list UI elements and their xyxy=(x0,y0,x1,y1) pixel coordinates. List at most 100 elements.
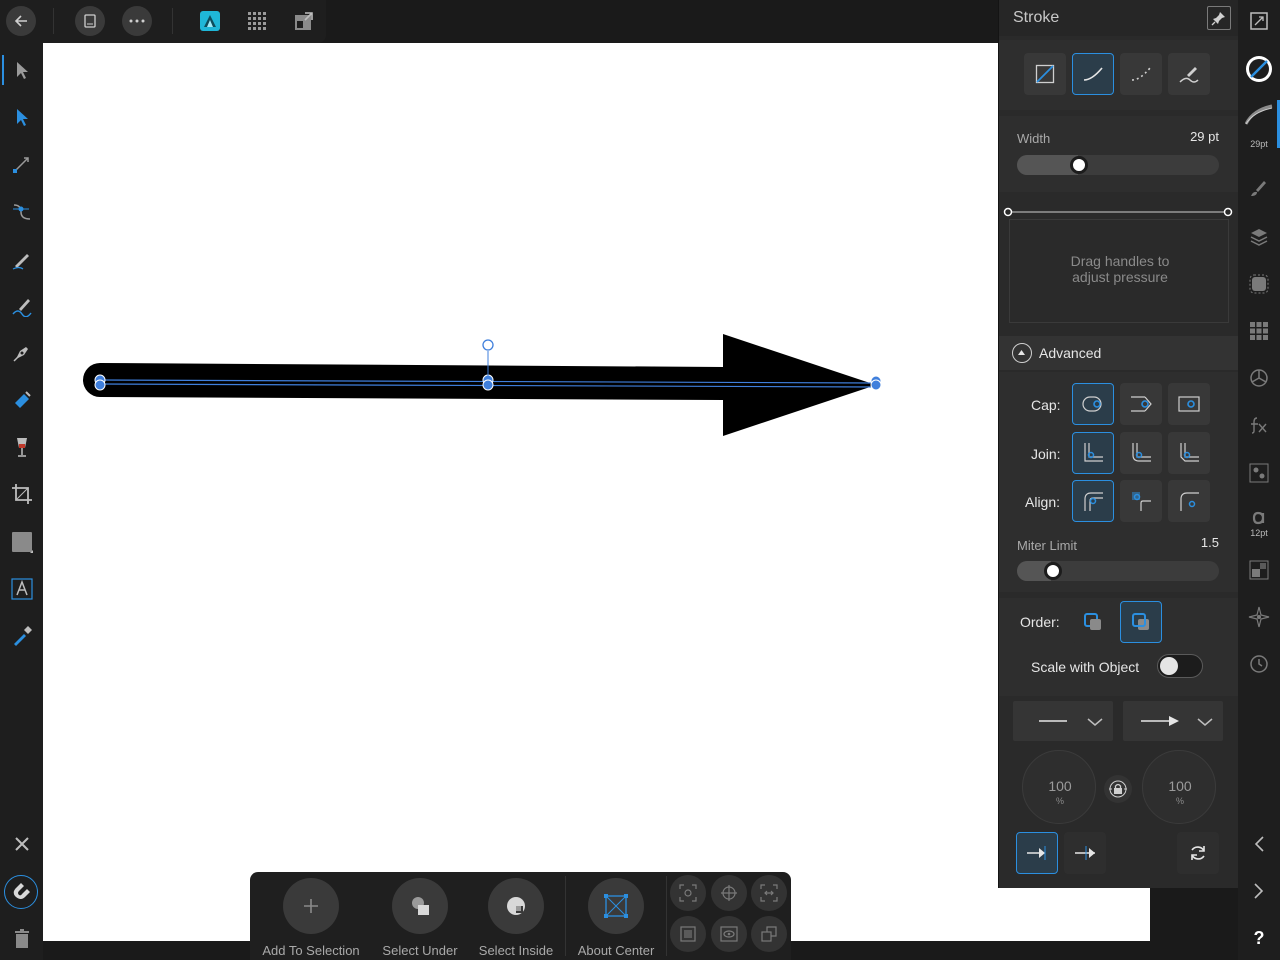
width-slider-knob[interactable] xyxy=(1070,156,1088,174)
texture-line-style-button[interactable] xyxy=(1168,53,1210,95)
rectangle-tool-icon[interactable] xyxy=(6,526,37,557)
end-scale-value: 100 xyxy=(1168,778,1192,794)
no-stroke-button[interactable] xyxy=(1024,53,1066,95)
pressure-area[interactable]: Drag handles to adjust pressure xyxy=(1009,219,1229,323)
end-scale-unit: % xyxy=(1175,796,1184,806)
duplicate-icon[interactable] xyxy=(751,916,787,952)
view-icon[interactable] xyxy=(711,916,747,952)
snapping-magnet-icon[interactable] xyxy=(4,875,38,909)
swatches-icon[interactable] xyxy=(1244,316,1274,346)
transparency-tool-icon[interactable] xyxy=(6,431,37,462)
more-icon[interactable] xyxy=(122,6,152,36)
select-inside-button[interactable]: Select Inside xyxy=(461,878,571,960)
fit-width-icon[interactable] xyxy=(751,875,787,911)
pen-tool-icon[interactable] xyxy=(6,337,37,368)
round-join-button[interactable] xyxy=(1120,432,1162,474)
document-icon[interactable] xyxy=(75,6,105,36)
chevron-left-icon[interactable] xyxy=(1244,829,1274,859)
node-start[interactable] xyxy=(94,374,106,391)
width-section: Width 29 pt xyxy=(999,116,1239,192)
pencil-tool-icon[interactable] xyxy=(6,243,37,274)
node-end[interactable] xyxy=(870,375,882,391)
dash-line-style-button[interactable] xyxy=(1120,53,1162,95)
appearance-icon[interactable] xyxy=(1244,269,1274,299)
pixel-persona-icon[interactable] xyxy=(242,6,272,36)
width-slider[interactable] xyxy=(1017,155,1219,175)
scale-with-object-toggle[interactable] xyxy=(1157,654,1203,678)
artistic-text-tool-icon[interactable] xyxy=(6,573,37,604)
start-arrowhead-dropdown[interactable] xyxy=(1013,701,1113,741)
snapping-icon[interactable] xyxy=(1244,602,1274,632)
start-scale-unit: % xyxy=(1055,796,1064,806)
align-outside-button[interactable] xyxy=(1168,480,1210,522)
crosshair-icon[interactable] xyxy=(711,875,747,911)
node-tool-icon[interactable] xyxy=(6,101,37,132)
collapse-icon[interactable] xyxy=(1012,343,1032,363)
color-wheel-icon[interactable] xyxy=(1244,363,1274,393)
end-scale-dial[interactable]: 100 % xyxy=(1142,750,1216,824)
styles-icon[interactable] xyxy=(1244,458,1274,488)
brushes-icon[interactable] xyxy=(1244,173,1274,203)
swap-arrowheads-button[interactable] xyxy=(1177,832,1219,874)
arrowhead-outside-button[interactable] xyxy=(1016,832,1058,874)
transform-icon[interactable] xyxy=(1244,555,1274,585)
butt-cap-button[interactable] xyxy=(1072,383,1114,425)
order-label: Order: xyxy=(1020,614,1060,630)
corner-tool-icon[interactable] xyxy=(6,195,37,226)
select-under-button[interactable]: Select Under xyxy=(365,878,475,960)
select-inside-icon xyxy=(488,878,544,934)
help-icon[interactable]: ? xyxy=(1244,923,1274,953)
crop-tool-icon[interactable] xyxy=(6,478,37,509)
fit-selection-icon[interactable] xyxy=(670,875,706,911)
about-center-button[interactable]: About Center xyxy=(561,878,671,960)
chevron-down-icon xyxy=(1087,718,1103,726)
add-to-selection-label: Add To Selection xyxy=(262,943,360,958)
advanced-header[interactable]: Advanced xyxy=(999,336,1239,370)
arrowhead-inside-button[interactable] xyxy=(1064,832,1106,874)
frame-icon[interactable] xyxy=(670,916,706,952)
advanced-label: Advanced xyxy=(1039,345,1102,361)
navigator-icon[interactable] xyxy=(1244,6,1274,36)
align-center-button[interactable] xyxy=(1072,480,1114,522)
width-label: Width xyxy=(1017,131,1051,146)
color-picker-tool-icon[interactable] xyxy=(6,620,37,651)
trash-icon[interactable] xyxy=(6,923,37,954)
align-label: Align: xyxy=(1025,494,1061,510)
document-canvas[interactable] xyxy=(43,43,1150,941)
designer-persona-icon[interactable] xyxy=(195,6,225,36)
bevel-join-button[interactable] xyxy=(1168,432,1210,474)
history-icon[interactable] xyxy=(1244,649,1274,679)
align-inside-button[interactable] xyxy=(1120,480,1162,522)
miter-join-button[interactable] xyxy=(1072,432,1114,474)
vector-brush-tool-icon[interactable] xyxy=(6,290,37,321)
chevron-right-icon[interactable] xyxy=(1244,876,1274,906)
pressure-graph[interactable] xyxy=(999,206,1239,218)
fill-tool-icon[interactable] xyxy=(6,384,37,415)
round-cap-button[interactable] xyxy=(1120,383,1162,425)
miter-limit-slider-knob[interactable] xyxy=(1044,562,1062,580)
stroke-in-front-button[interactable] xyxy=(1120,601,1162,643)
app-window: Stroke Width 29 pt Drag handles to adjus… xyxy=(0,0,1280,960)
end-arrowhead-dropdown[interactable] xyxy=(1123,701,1223,741)
effects-fx-icon[interactable] xyxy=(1244,410,1274,440)
point-transform-tool-icon[interactable] xyxy=(6,148,37,179)
brush-size-label: 29pt xyxy=(1250,139,1268,149)
solid-line-style-button[interactable] xyxy=(1072,53,1114,95)
stroke-behind-button[interactable] xyxy=(1072,601,1114,643)
start-scale-dial[interactable]: 100 % xyxy=(1022,750,1096,824)
stroke-studio-icon[interactable] xyxy=(1244,100,1274,130)
pin-icon[interactable] xyxy=(1207,6,1231,30)
export-persona-icon[interactable] xyxy=(289,6,319,36)
close-icon[interactable] xyxy=(6,828,37,859)
square-cap-button[interactable] xyxy=(1168,383,1210,425)
stroke-color-icon[interactable] xyxy=(1244,54,1274,84)
layers-icon[interactable] xyxy=(1244,222,1274,252)
text-size-label: 12pt xyxy=(1250,528,1268,538)
add-to-selection-button[interactable]: Add To Selection xyxy=(256,878,366,960)
move-tool-icon[interactable] xyxy=(6,54,37,85)
start-scale-value: 100 xyxy=(1048,778,1072,794)
node-middle[interactable] xyxy=(482,374,494,391)
plus-icon xyxy=(283,878,339,934)
lock-scale-icon[interactable] xyxy=(1104,775,1132,803)
back-arrow-icon[interactable] xyxy=(6,6,36,36)
